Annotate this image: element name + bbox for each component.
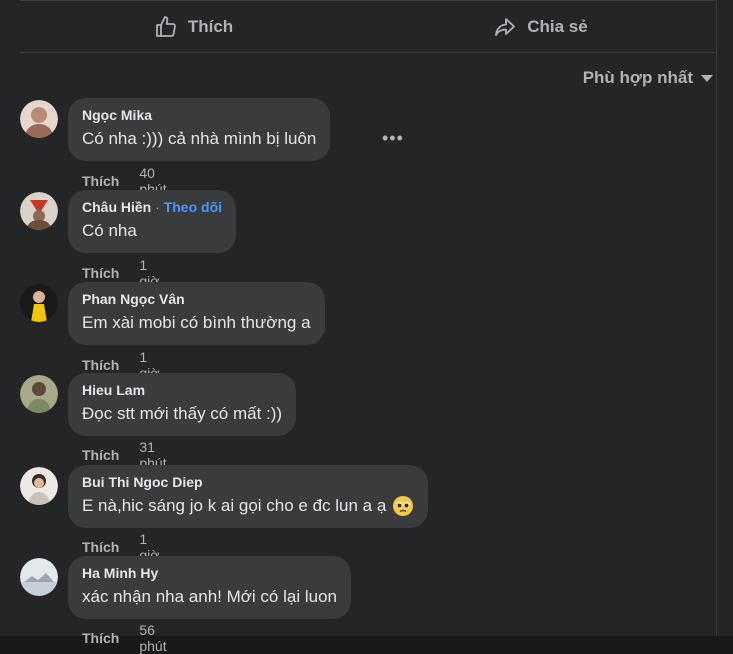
avatar[interactable] xyxy=(20,467,58,505)
top-divider xyxy=(20,0,714,1)
avatar[interactable] xyxy=(20,375,58,413)
follow-link[interactable]: Theo dõi xyxy=(164,199,222,215)
comment-author[interactable]: Phan Ngọc Vân xyxy=(82,290,311,308)
comment-text: E nà,hic sáng jo k ai gọi cho e đc lun a… xyxy=(82,496,387,515)
comment-author[interactable]: Ngọc Mika xyxy=(82,106,316,124)
caret-down-icon xyxy=(701,74,713,82)
action-bar-divider xyxy=(20,52,714,53)
post-action-bar: Thích Chia sẻ xyxy=(20,2,714,52)
comment-like-link[interactable]: Thích xyxy=(82,173,119,189)
comment-bubble: Hieu Lam Đọc stt mới thấy có mất :)) xyxy=(68,373,297,436)
comment-author[interactable]: Châu Hiền xyxy=(82,199,151,215)
comment-text-row: E nà,hic sáng jo k ai gọi cho e đc lun a… xyxy=(82,494,414,518)
comment-sort-dropdown[interactable]: Phù hợp nhất xyxy=(583,66,713,90)
like-button-label: Thích xyxy=(187,17,234,36)
comment-bubble: Phan Ngọc Vân Em xài mobi có bình thường… xyxy=(68,282,325,345)
like-button[interactable]: Thích xyxy=(20,2,367,52)
avatar[interactable] xyxy=(20,558,58,596)
comment-text: Em xài mobi có bình thường a xyxy=(82,313,311,332)
comment-author[interactable]: Bui Thi Ngoc Diep xyxy=(82,473,414,491)
more-options-icon[interactable]: ••• xyxy=(382,128,404,149)
comment-bubble: Bui Thi Ngoc Diep E nà,hic sáng jo k ai … xyxy=(68,465,429,528)
comment-text: Có nha :))) cả nhà mình bị luôn xyxy=(82,129,317,148)
panel-right-border xyxy=(716,0,717,636)
avatar[interactable] xyxy=(20,192,58,230)
comment-bubble: Ngọc Mika Có nha :))) cả nhà mình bị luô… xyxy=(68,98,331,161)
comment-like-link[interactable]: Thích xyxy=(82,265,119,281)
share-arrow-icon xyxy=(495,18,516,36)
share-button[interactable]: Chia sẻ xyxy=(367,2,714,52)
sort-label: Phù hợp nhất xyxy=(582,68,693,87)
comment-text: Có nha xyxy=(82,221,137,240)
comment-bubble: Châu Hiền · Theo dõi Có nha xyxy=(68,190,237,253)
comment-text: xác nhận nha anh! Mới có lại luon xyxy=(82,587,337,606)
comment-text: Đọc stt mới thấy có mất :)) xyxy=(82,404,283,423)
avatar[interactable] xyxy=(20,284,58,322)
post-comments-panel: Thích Chia sẻ Phù hợp nhất Ngọc Mika Có … xyxy=(0,0,733,654)
comment-meta: Thích 56 phút xyxy=(82,622,167,654)
comment-like-link[interactable]: Thích xyxy=(82,539,119,555)
pleading-face-emoji-icon xyxy=(393,496,414,516)
avatar[interactable] xyxy=(20,100,58,138)
comment-like-link[interactable]: Thích xyxy=(82,630,119,646)
thumbs-up-icon xyxy=(155,16,176,37)
comment-author[interactable]: Hieu Lam xyxy=(82,381,282,399)
comment-bubble: Ha Minh Hy xác nhận nha anh! Mới có lại … xyxy=(68,556,351,619)
share-button-label: Chia sẻ xyxy=(527,17,588,36)
separator-dot: · xyxy=(151,199,164,215)
comment-timestamp[interactable]: 56 phút xyxy=(139,622,166,654)
comment-author[interactable]: Ha Minh Hy xyxy=(82,564,337,582)
comment-like-link[interactable]: Thích xyxy=(82,357,119,373)
comment-author-line: Châu Hiền · Theo dõi xyxy=(82,198,222,216)
comment-like-link[interactable]: Thích xyxy=(82,447,119,463)
